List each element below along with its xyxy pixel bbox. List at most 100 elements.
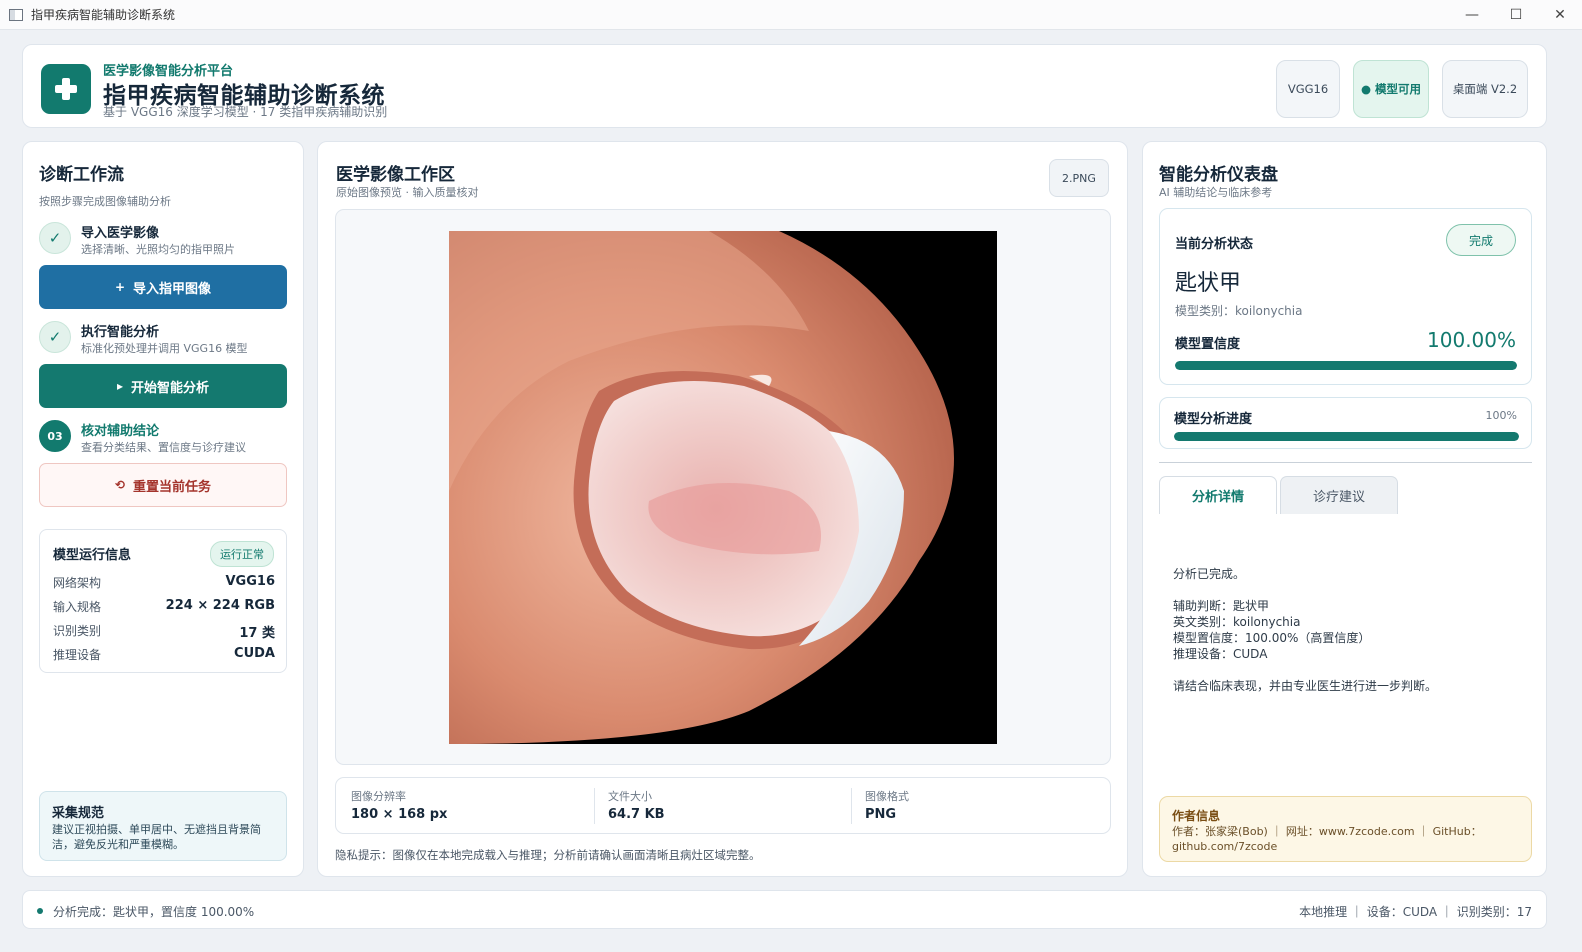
maximize-button[interactable]: ☐ bbox=[1494, 0, 1538, 30]
info-value: 224 × 224 RGB bbox=[165, 598, 275, 613]
info-value: VGG16 bbox=[225, 574, 276, 589]
step-desc: 标准化预处理并调用 VGG16 模型 bbox=[81, 342, 248, 355]
info-row: 推理设备 CUDA bbox=[53, 646, 275, 666]
step-number: 03 bbox=[39, 420, 71, 452]
import-button-label: 导入指甲图像 bbox=[133, 281, 212, 297]
tab-analysis-details[interactable]: 分析详情 bbox=[1159, 476, 1277, 514]
meta-key: 文件大小 bbox=[608, 790, 652, 803]
window-titlebar: 指甲疾病智能辅助诊断系统 — ☐ ✕ bbox=[0, 0, 1582, 30]
progress-value: 100% bbox=[1485, 409, 1517, 422]
analysis-status-card: 当前分析状态 完成 匙状甲 模型类别：koilonychia 模型置信度 100… bbox=[1159, 208, 1532, 385]
play-icon: ▸ bbox=[116, 379, 123, 393]
import-image-button[interactable]: + 导入指甲图像 bbox=[39, 265, 287, 309]
workflow-subtitle: 按照步骤完成图像辅助分析 bbox=[39, 195, 171, 208]
meta-filesize: 文件大小 64.7 KB bbox=[608, 788, 848, 822]
version-chip: 桌面端 V2.2 bbox=[1442, 60, 1528, 118]
privacy-note: 隐私提示：图像仅在本地完成载入与推理；分析前请确认画面清晰且病灶区域完整。 bbox=[335, 848, 761, 862]
nail-photo-illustration bbox=[449, 231, 997, 744]
window-title: 指甲疾病智能辅助诊断系统 bbox=[31, 8, 176, 22]
section-divider bbox=[1159, 462, 1532, 463]
model-status-chip: ● 模型可用 bbox=[1353, 60, 1429, 118]
progress-bar bbox=[1174, 432, 1519, 441]
app-header: 医学影像智能分析平台 指甲疾病智能辅助诊断系统 基于 VGG16 深度学习模型 … bbox=[22, 44, 1547, 128]
workspace-panel: 医学影像工作区 原始图像预览 · 输入质量核对 2.PNG 图像分辨率 180 … bbox=[317, 141, 1128, 877]
diagnosis-result: 匙状甲 bbox=[1175, 271, 1242, 296]
meta-value: 180 × 168 px bbox=[351, 807, 448, 822]
step-review: 03 核对辅助结论 查看分类结果、置信度与诊疗建议 bbox=[39, 418, 287, 458]
header-subtitle: 基于 VGG16 深度学习模型 · 17 类指甲疾病辅助识别 bbox=[103, 105, 388, 119]
info-key: 输入规格 bbox=[53, 600, 102, 614]
status-label: 当前分析状态 bbox=[1175, 237, 1254, 252]
workspace-title: 医学影像工作区 bbox=[336, 165, 455, 185]
image-meta-bar: 图像分辨率 180 × 168 px 文件大小 64.7 KB 图像格式 PNG bbox=[335, 777, 1111, 834]
info-key: 网络架构 bbox=[53, 576, 102, 590]
reset-icon: ⟲ bbox=[114, 478, 126, 492]
info-key: 识别类别 bbox=[53, 624, 102, 638]
info-row: 输入规格 224 × 224 RGB bbox=[53, 598, 275, 618]
author-info: 作者信息 作者：张家梁(Bob) ｜ 网址：www.7zcode.com ｜ G… bbox=[1159, 796, 1532, 862]
info-value: 17 类 bbox=[239, 626, 275, 641]
capture-guidelines: 采集规范 建议正视拍摄、单甲居中、无遮挡且背景简洁，避免反光和严重模糊。 bbox=[39, 791, 287, 861]
info-key: 推理设备 bbox=[53, 648, 102, 662]
dashboard-panel: 智能分析仪表盘 AI 辅助结论与临床参考 当前分析状态 完成 匙状甲 模型类别：… bbox=[1142, 141, 1547, 877]
step-title: 导入医学影像 bbox=[81, 226, 160, 241]
check-icon: ✓ bbox=[39, 222, 71, 254]
model-info-card: 模型运行信息 运行正常 网络架构 VGG16 输入规格 224 × 224 RG… bbox=[39, 529, 287, 673]
dashboard-title: 智能分析仪表盘 bbox=[1159, 165, 1278, 185]
analysis-progress-card: 模型分析进度 100% bbox=[1159, 397, 1532, 449]
confidence-bar-fill bbox=[1175, 361, 1517, 370]
medical-cross-icon bbox=[41, 64, 91, 114]
image-viewer bbox=[335, 209, 1111, 765]
step-title: 执行智能分析 bbox=[81, 325, 160, 340]
info-row: 识别类别 17 类 bbox=[53, 622, 275, 642]
workspace-subtitle: 原始图像预览 · 输入质量核对 bbox=[336, 186, 479, 199]
progress-label: 模型分析进度 bbox=[1174, 412, 1253, 427]
status-dot-icon bbox=[37, 908, 43, 914]
status-pill: 完成 bbox=[1446, 224, 1516, 256]
reset-task-button[interactable]: ⟲ 重置当前任务 bbox=[39, 463, 287, 507]
info-value: CUDA bbox=[234, 646, 275, 661]
tab-treatment-advice[interactable]: 诊疗建议 bbox=[1280, 476, 1398, 514]
step-desc: 查看分类结果、置信度与诊疗建议 bbox=[81, 441, 246, 454]
info-row: 网络架构 VGG16 bbox=[53, 574, 275, 594]
step-desc: 选择清晰、光照均匀的指甲照片 bbox=[81, 243, 235, 256]
status-bar: 分析完成：匙状甲，置信度 100.00% 本地推理 ｜ 设备：CUDA ｜ 识别… bbox=[22, 890, 1547, 929]
status-right: 本地推理 ｜ 设备：CUDA ｜ 识别类别：17 bbox=[1299, 905, 1532, 919]
plus-icon: + bbox=[114, 280, 126, 294]
file-name-chip: 2.PNG bbox=[1049, 159, 1109, 197]
workflow-panel: 诊断工作流 按照步骤完成图像辅助分析 ✓ 导入医学影像 选择清晰、光照均匀的指甲… bbox=[22, 141, 304, 877]
model-info-title: 模型运行信息 bbox=[53, 548, 132, 563]
workflow-title: 诊断工作流 bbox=[39, 165, 124, 185]
close-button[interactable]: ✕ bbox=[1538, 0, 1582, 30]
meta-value: 64.7 KB bbox=[608, 807, 665, 822]
step-title: 核对辅助结论 bbox=[81, 424, 160, 439]
step-analyze: ✓ 执行智能分析 标准化预处理并调用 VGG16 模型 bbox=[39, 319, 287, 359]
step-import: ✓ 导入医学影像 选择清晰、光照均匀的指甲照片 bbox=[39, 220, 287, 260]
progress-bar-fill bbox=[1174, 432, 1519, 441]
model-class: 模型类别：koilonychia bbox=[1175, 304, 1303, 318]
confidence-bar bbox=[1175, 361, 1517, 370]
app-icon bbox=[9, 8, 23, 21]
author-text: 作者：张家梁(Bob) ｜ 网址：www.7zcode.com ｜ GitHub… bbox=[1172, 825, 1482, 853]
meta-format: 图像格式 PNG bbox=[865, 788, 1105, 822]
dashboard-subtitle: AI 辅助结论与临床参考 bbox=[1159, 186, 1273, 199]
nail-image bbox=[449, 231, 997, 744]
meta-key: 图像格式 bbox=[865, 790, 909, 803]
analyze-button-label: 开始智能分析 bbox=[131, 380, 210, 396]
reset-button-label: 重置当前任务 bbox=[133, 479, 212, 495]
guidelines-title: 采集规范 bbox=[52, 806, 105, 821]
meta-divider bbox=[594, 788, 595, 824]
start-analysis-button[interactable]: ▸ 开始智能分析 bbox=[39, 364, 287, 408]
confidence-label: 模型置信度 bbox=[1175, 337, 1241, 352]
author-title: 作者信息 bbox=[1172, 809, 1221, 823]
status-left: 分析完成：匙状甲，置信度 100.00% bbox=[53, 905, 255, 919]
analysis-details-text: 分析已完成。 辅助判断：匙状甲 英文类别：koilonychia 模型置信度：1… bbox=[1173, 567, 1438, 693]
meta-value: PNG bbox=[865, 807, 897, 822]
confidence-value: 100.00% bbox=[1427, 328, 1516, 352]
check-icon: ✓ bbox=[39, 321, 71, 353]
meta-key: 图像分辨率 bbox=[351, 790, 406, 803]
model-chip: VGG16 bbox=[1276, 60, 1340, 118]
status-badge: 运行正常 bbox=[210, 541, 274, 567]
meta-divider bbox=[851, 788, 852, 824]
minimize-button[interactable]: — bbox=[1450, 0, 1494, 30]
